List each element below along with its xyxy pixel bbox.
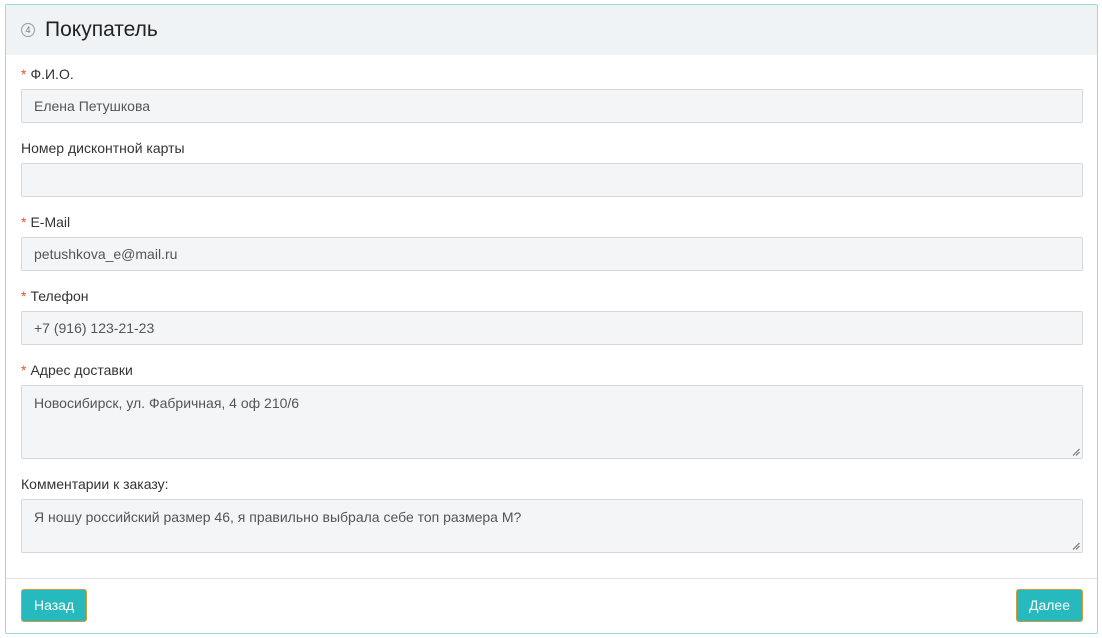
email-input[interactable]: petushkova_e@mail.ru: [21, 237, 1083, 271]
address-value: Новосибирск, ул. Фабричная, 4 оф 210/6: [34, 395, 300, 411]
buyer-panel: 4 Покупатель * Ф.И.О. Елена Петушкова Ном…: [5, 4, 1098, 634]
panel-title: Покупатель: [45, 18, 158, 41]
resize-grip-icon[interactable]: [1072, 542, 1080, 550]
panel-footer: Назад Далее: [6, 578, 1097, 633]
step-number-icon: 4: [21, 23, 35, 37]
fio-label: * Ф.И.О.: [21, 65, 1082, 83]
email-label: * E-Mail: [21, 213, 1082, 231]
fio-label-text: Ф.И.О.: [30, 66, 74, 82]
email-label-text: E-Mail: [30, 214, 71, 230]
fio-input[interactable]: Елена Петушкова: [21, 89, 1083, 123]
required-mark: *: [21, 66, 27, 82]
address-textarea[interactable]: Новосибирск, ул. Фабричная, 4 оф 210/6: [21, 385, 1083, 459]
address-label-text: Адрес доставки: [30, 362, 133, 378]
required-mark: *: [21, 214, 27, 230]
panel-header: 4 Покупатель: [6, 5, 1097, 55]
phone-label: * Телефон: [21, 287, 1082, 305]
address-label: * Адрес доставки: [21, 361, 1082, 379]
next-button[interactable]: Далее: [1015, 589, 1083, 622]
discount-card-label-text: Номер дисконтной карты: [21, 140, 185, 156]
phone-label-text: Телефон: [30, 288, 89, 304]
comment-label-text: Комментарии к заказу:: [21, 476, 169, 492]
comment-value: Я ношу российский размер 46, я правильно…: [34, 509, 522, 525]
discount-card-input[interactable]: [21, 163, 1083, 197]
resize-grip-icon[interactable]: [1072, 448, 1080, 456]
required-mark: *: [21, 288, 27, 304]
back-button[interactable]: Назад: [21, 589, 88, 622]
discount-card-label: Номер дисконтной карты: [21, 139, 1082, 157]
comment-label: Комментарии к заказу:: [21, 475, 1082, 493]
comment-textarea[interactable]: Я ношу российский размер 46, я правильно…: [21, 499, 1083, 553]
required-mark: *: [21, 362, 27, 378]
phone-input[interactable]: +7 (916) 123-21-23: [21, 311, 1083, 345]
buyer-form: * Ф.И.О. Елена Петушкова Номер дисконтной…: [6, 55, 1097, 553]
